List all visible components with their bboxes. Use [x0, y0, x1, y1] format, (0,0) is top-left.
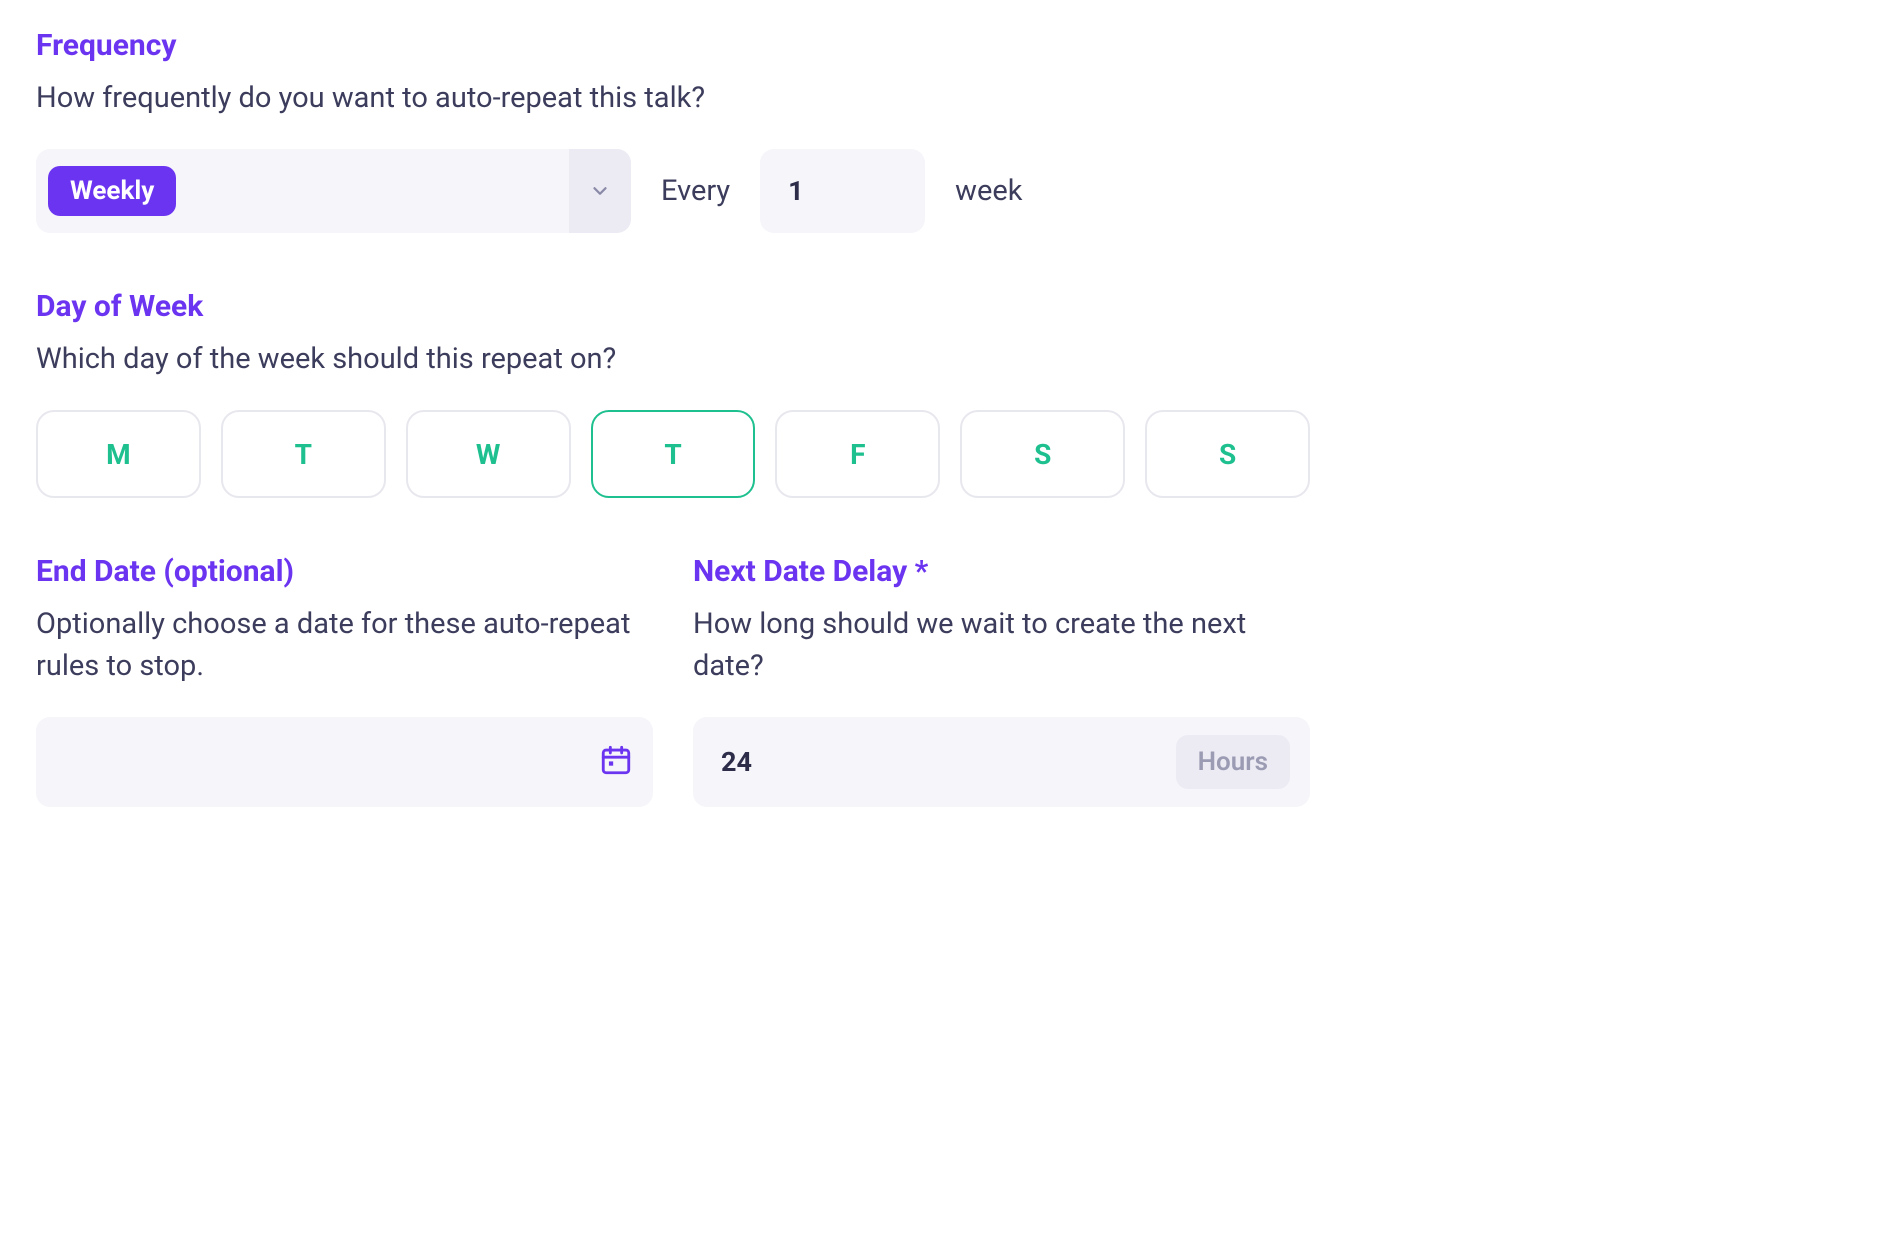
- end-date-title: End Date (optional): [36, 554, 653, 589]
- frequency-section: Frequency How frequently do you want to …: [36, 28, 1310, 233]
- day-button-6[interactable]: S: [1145, 410, 1310, 498]
- next-delay-title: Next Date Delay *: [693, 554, 1310, 589]
- next-delay-section: Next Date Delay * How long should we wai…: [693, 554, 1310, 807]
- frequency-description: How frequently do you want to auto-repea…: [36, 77, 1310, 119]
- end-date-input[interactable]: [36, 717, 653, 807]
- next-delay-value: 24: [713, 746, 752, 778]
- chevron-down-icon[interactable]: [569, 149, 631, 233]
- day-button-1[interactable]: T: [221, 410, 386, 498]
- end-date-description: Optionally choose a date for these auto-…: [36, 603, 653, 687]
- day-button-0[interactable]: M: [36, 410, 201, 498]
- unit-label: week: [955, 174, 1022, 208]
- day-button-3[interactable]: T: [591, 410, 756, 498]
- day-of-week-section: Day of Week Which day of the week should…: [36, 289, 1310, 498]
- next-delay-unit[interactable]: Hours: [1176, 735, 1290, 789]
- day-button-4[interactable]: F: [775, 410, 940, 498]
- every-value: 1: [788, 175, 804, 207]
- day-button-2[interactable]: W: [406, 410, 571, 498]
- frequency-row: Weekly Every 1 week: [36, 149, 1310, 233]
- next-delay-description: How long should we wait to create the ne…: [693, 603, 1310, 687]
- calendar-icon[interactable]: [599, 743, 633, 781]
- end-date-section: End Date (optional) Optionally choose a …: [36, 554, 653, 807]
- day-of-week-description: Which day of the week should this repeat…: [36, 338, 1310, 380]
- days-row: MTWTFSS: [36, 410, 1310, 498]
- next-delay-input[interactable]: 24 Hours: [693, 717, 1310, 807]
- frequency-chip: Weekly: [48, 166, 176, 216]
- every-label: Every: [661, 174, 730, 208]
- frequency-select[interactable]: Weekly: [36, 149, 631, 233]
- frequency-title: Frequency: [36, 28, 1310, 63]
- day-of-week-title: Day of Week: [36, 289, 1310, 324]
- day-button-5[interactable]: S: [960, 410, 1125, 498]
- bottom-row: End Date (optional) Optionally choose a …: [36, 554, 1310, 807]
- every-value-input[interactable]: 1: [760, 149, 925, 233]
